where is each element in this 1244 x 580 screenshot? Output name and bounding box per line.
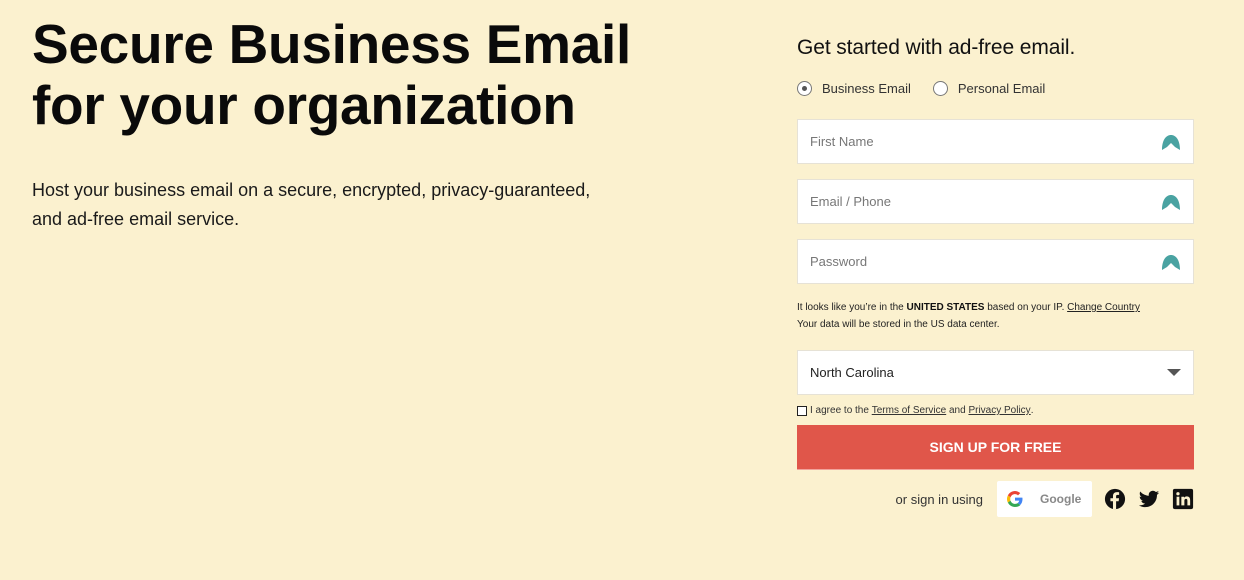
linkedin-icon[interactable] xyxy=(1172,488,1194,510)
radio-button-checked[interactable] xyxy=(797,81,812,96)
terms-agreement: I agree to the Terms of Service and Priv… xyxy=(797,405,1194,416)
password-input[interactable] xyxy=(810,254,1161,269)
ip-note-prefix: It looks like you’re in the xyxy=(797,302,907,313)
page-title: Secure Business Email for your organizat… xyxy=(32,14,672,136)
terms-of-service-link[interactable]: Terms of Service xyxy=(872,405,946,416)
email-phone-input[interactable] xyxy=(810,194,1161,209)
lock-icon xyxy=(1162,254,1180,270)
password-field xyxy=(797,239,1194,284)
title-line-2: for your organization xyxy=(32,74,576,136)
google-sign-in-button[interactable]: Google xyxy=(997,481,1092,517)
ip-note-suffix: based on your IP. xyxy=(984,302,1068,313)
radio-business-email[interactable]: Business Email xyxy=(797,81,911,96)
agree-checkbox[interactable] xyxy=(797,405,807,416)
agree-suffix: . xyxy=(1030,405,1034,416)
agree-prefix: I agree to the xyxy=(810,405,869,416)
ip-location-note: It looks like you’re in the UNITED STATE… xyxy=(797,299,1194,333)
google-icon xyxy=(1007,491,1023,507)
twitter-icon[interactable] xyxy=(1138,488,1160,510)
email-phone-field xyxy=(797,179,1194,224)
social-sign-in-label: or sign in using xyxy=(895,491,983,507)
lock-icon xyxy=(1162,134,1180,150)
sign-up-button[interactable]: SIGN UP FOR FREE xyxy=(797,425,1194,470)
region-select[interactable]: North Carolina xyxy=(797,350,1194,395)
facebook-icon[interactable] xyxy=(1104,488,1126,510)
signup-form: Get started with ad-free email. Business… xyxy=(797,36,1194,517)
data-center-note: Your data will be stored in the US data … xyxy=(797,319,1000,330)
chevron-down-icon xyxy=(1167,369,1181,376)
first-name-input[interactable] xyxy=(810,134,1161,149)
subtitle-line-1: Host your business email on a secure, en… xyxy=(32,180,591,200)
social-sign-in: or sign in using Google xyxy=(797,481,1194,517)
first-name-field xyxy=(797,119,1194,164)
hero-subtitle: Host your business email on a secure, en… xyxy=(32,176,672,234)
account-type-radio-group: Business Email Personal Email xyxy=(797,81,1194,96)
privacy-policy-link[interactable]: Privacy Policy xyxy=(968,405,1030,416)
lock-icon xyxy=(1162,194,1180,210)
change-country-link[interactable]: Change Country xyxy=(1067,302,1140,313)
agree-middle: and xyxy=(946,405,969,416)
google-label: Google xyxy=(1040,492,1082,506)
radio-label: Business Email xyxy=(822,81,911,96)
title-line-1: Secure Business Email xyxy=(32,13,631,75)
radio-button-unchecked[interactable] xyxy=(932,81,948,96)
radio-personal-email[interactable]: Personal Email xyxy=(932,81,1046,96)
hero-section: Secure Business Email for your organizat… xyxy=(32,14,672,234)
form-title: Get started with ad-free email. xyxy=(797,36,1076,59)
region-selected-value: North Carolina xyxy=(810,365,894,380)
radio-label: Personal Email xyxy=(957,81,1046,96)
subtitle-line-2: and ad-free email service. xyxy=(32,209,240,229)
detected-country: UNITED STATES xyxy=(906,302,985,313)
